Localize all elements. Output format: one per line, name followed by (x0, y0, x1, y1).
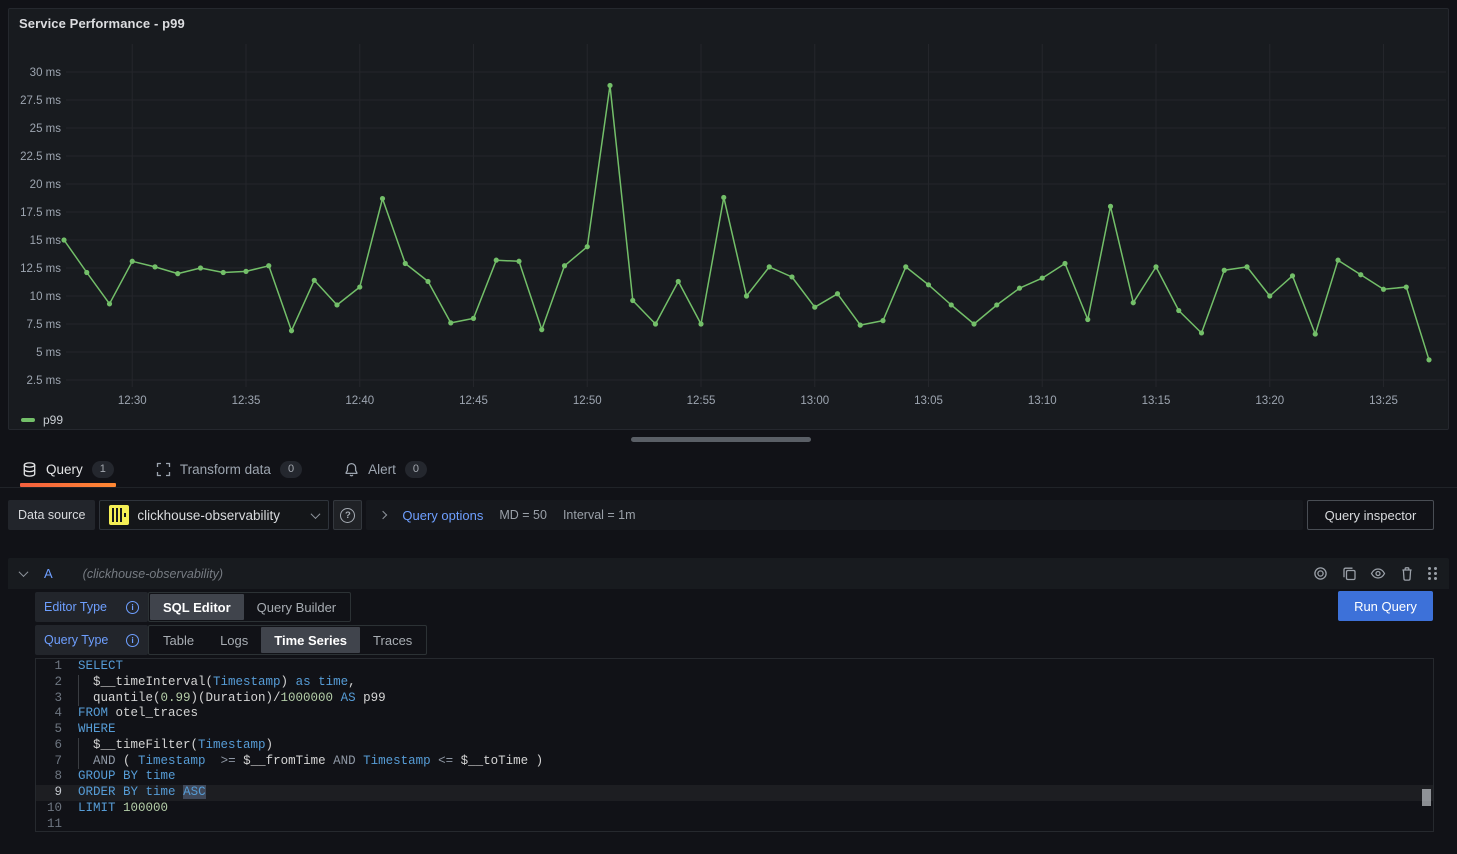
tab-transform-count: 0 (280, 461, 302, 478)
editor-tabs-bar: Query 1 Transform data 0 Alert 0 (0, 452, 1457, 488)
legend-label: p99 (43, 413, 63, 427)
code-line: 7 AND ( Timestamp >= $__fromTime AND Tim… (36, 754, 1433, 770)
query-options-md: MD = 50 (499, 508, 547, 522)
svg-text:2.5 ms: 2.5 ms (26, 375, 61, 387)
code-line: 8GROUP BY time (36, 769, 1433, 785)
svg-text:12.5 ms: 12.5 ms (20, 263, 61, 275)
svg-text:20 ms: 20 ms (30, 179, 62, 191)
tab-query-label: Query (46, 462, 83, 477)
code-line: 4FROM otel_traces (36, 706, 1433, 722)
query-options-interval: Interval = 1m (563, 508, 636, 522)
query-actions (1312, 566, 1437, 582)
svg-text:12:30: 12:30 (118, 395, 147, 407)
editor-type-query-builder[interactable]: Query Builder (244, 594, 349, 620)
query-options-link[interactable]: Query options (402, 508, 483, 523)
tab-transform-data[interactable]: Transform data 0 (154, 452, 304, 487)
run-query-button[interactable]: Run Query (1338, 591, 1433, 621)
svg-text:25 ms: 25 ms (30, 123, 62, 135)
svg-text:27.5 ms: 27.5 ms (20, 95, 61, 107)
svg-text:13:15: 13:15 (1142, 395, 1171, 407)
eye-icon[interactable] (1370, 566, 1386, 582)
timeseries-panel: Service Performance - p99 30 ms 27.5 ms 25… (8, 8, 1449, 430)
editor-type-label: Editor Type i (35, 592, 148, 622)
svg-text:12:40: 12:40 (345, 395, 374, 407)
svg-text:12:55: 12:55 (687, 395, 716, 407)
query-type-switcher: Table Logs Time Series Traces (148, 625, 427, 655)
svg-text:17.5 ms: 17.5 ms (20, 207, 61, 219)
query-type-time-series[interactable]: Time Series (261, 627, 360, 653)
svg-text:10 ms: 10 ms (30, 291, 62, 303)
svg-text:13:10: 13:10 (1028, 395, 1057, 407)
code-line: 10LIMIT 100000 (36, 801, 1433, 817)
info-icon[interactable]: i (126, 601, 139, 614)
code-line: 3 quantile(0.99)(Duration)/1000000 AS p9… (36, 691, 1433, 707)
svg-text:13:20: 13:20 (1255, 395, 1284, 407)
code-line: 5WHERE (36, 722, 1433, 738)
svg-text:7.5 ms: 7.5 ms (26, 319, 61, 331)
code-line: 11 (36, 817, 1433, 833)
tab-alert[interactable]: Alert 0 (342, 452, 429, 487)
tab-alert-count: 0 (405, 461, 427, 478)
svg-text:13:00: 13:00 (800, 395, 829, 407)
code-line: 1SELECT (36, 659, 1433, 675)
duplicate-query-icon[interactable] (1341, 566, 1357, 582)
query-row-header[interactable]: A (clickhouse-observability) (8, 558, 1449, 589)
datasource-label: Data source (8, 500, 95, 530)
query-ref-name: A (44, 566, 53, 581)
svg-text:12:50: 12:50 (573, 395, 602, 407)
tab-transform-label: Transform data (180, 462, 271, 477)
chevron-down-icon (311, 509, 321, 519)
panel-title: Service Performance - p99 (19, 16, 185, 31)
legend-item-p99[interactable]: p99 (21, 413, 63, 427)
datasource-row: Data source clickhouse-observability ? Q… (8, 500, 1449, 530)
info-icon[interactable]: i (126, 634, 139, 647)
p99-line-chart: 30 ms 27.5 ms 25 ms 22.5 ms 20 ms 17.5 ms 15 m… (9, 9, 1448, 429)
sql-code-editor[interactable]: 1SELECT2 $__timeInterval(Timestamp) as t… (35, 658, 1434, 832)
tab-alert-label: Alert (368, 462, 396, 477)
code-line: 2 $__timeInterval(Timestamp) as time, (36, 675, 1433, 691)
collapse-chevron-icon[interactable] (19, 567, 29, 577)
legend-swatch (21, 418, 35, 422)
editor-type-sql-editor[interactable]: SQL Editor (150, 594, 244, 620)
svg-text:22.5 ms: 22.5 ms (20, 151, 61, 163)
tab-query-count: 1 (92, 461, 114, 478)
bell-icon (344, 462, 359, 477)
code-line: 6 $__timeFilter(Timestamp) (36, 738, 1433, 754)
clickhouse-logo-icon (109, 505, 129, 525)
tab-query[interactable]: Query 1 (20, 452, 116, 487)
svg-text:12:45: 12:45 (459, 395, 488, 407)
query-options-toggle[interactable]: Query options MD = 50 Interval = 1m (366, 500, 1303, 530)
editor-type-switcher: SQL Editor Query Builder (148, 592, 351, 622)
query-type-logs[interactable]: Logs (207, 627, 261, 653)
drag-handle-icon[interactable] (1428, 567, 1437, 580)
datasource-help-button[interactable]: ? (333, 500, 362, 530)
svg-text:15 ms: 15 ms (30, 235, 62, 247)
horizontal-scrollbar-thumb[interactable] (631, 437, 811, 442)
query-type-label: Query Type i (35, 625, 148, 655)
svg-text:12:35: 12:35 (232, 395, 261, 407)
database-icon (22, 462, 37, 477)
datasource-picker[interactable]: clickhouse-observability (99, 500, 329, 530)
svg-text:13:25: 13:25 (1369, 395, 1398, 407)
code-line: 9ORDER BY time ASC (36, 785, 1433, 801)
transform-icon (156, 462, 171, 477)
question-circle-icon: ? (340, 508, 355, 523)
query-type-traces[interactable]: Traces (360, 627, 425, 653)
query-type-table[interactable]: Table (150, 627, 207, 653)
svg-text:13:05: 13:05 (914, 395, 943, 407)
datasource-name: clickhouse-observability (137, 508, 304, 523)
trash-icon[interactable] (1399, 566, 1415, 582)
chevron-right-icon (379, 511, 387, 519)
disable-query-icon[interactable] (1312, 566, 1328, 582)
svg-text:30 ms: 30 ms (30, 67, 62, 79)
query-inspector-button[interactable]: Query inspector (1307, 500, 1434, 530)
query-datasource-subtitle: (clickhouse-observability) (83, 567, 223, 581)
svg-text:5 ms: 5 ms (36, 347, 61, 359)
